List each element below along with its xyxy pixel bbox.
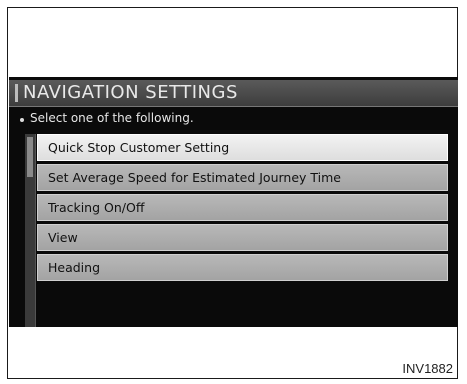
menu-item-quick-stop-customer-setting[interactable]: Quick Stop Customer Setting	[37, 134, 448, 161]
navigation-settings-screen: NAVIGATION SETTINGS Select one of the fo…	[9, 77, 458, 327]
prompt-text: Select one of the following.	[30, 111, 194, 125]
title-accent-bar	[15, 84, 18, 102]
menu-item-tracking-on-off[interactable]: Tracking On/Off	[37, 194, 448, 221]
menu-item-view[interactable]: View	[37, 224, 448, 251]
prompt-bullet-icon	[20, 118, 24, 122]
scrollbar-thumb[interactable]	[27, 137, 33, 177]
screen-title: NAVIGATION SETTINGS	[23, 82, 238, 103]
menu-item-set-average-speed[interactable]: Set Average Speed for Estimated Journey …	[37, 164, 448, 191]
figure-caption: INV1882	[402, 361, 453, 376]
title-bar: NAVIGATION SETTINGS	[9, 80, 458, 107]
menu-item-heading[interactable]: Heading	[37, 254, 448, 281]
figure-frame: NAVIGATION SETTINGS Select one of the fo…	[7, 7, 458, 379]
